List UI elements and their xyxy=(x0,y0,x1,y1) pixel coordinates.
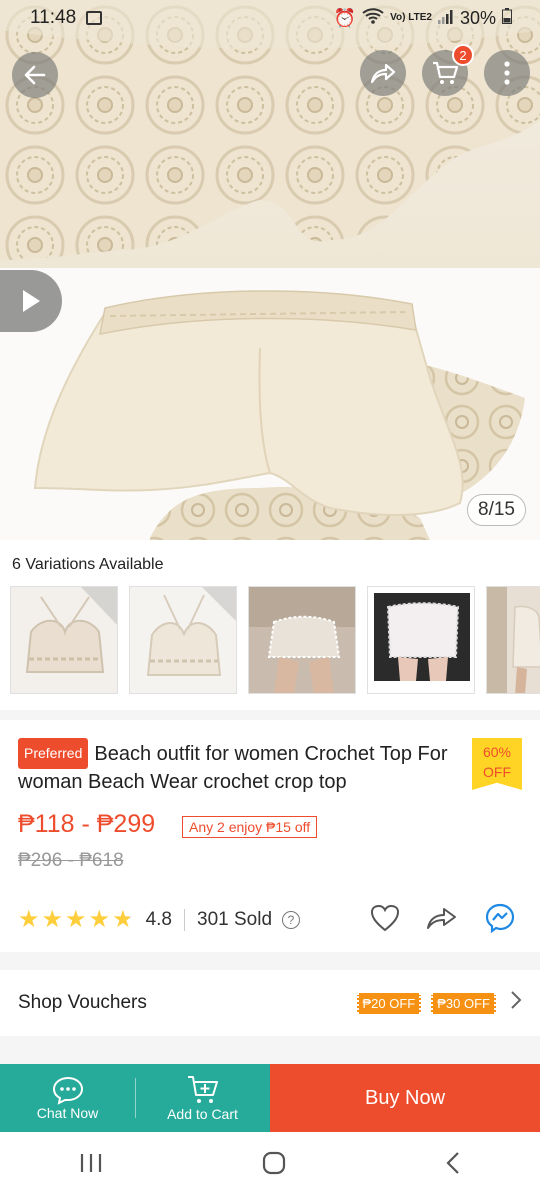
rating-star: ★ xyxy=(88,906,111,933)
cart-count-badge: 2 xyxy=(452,44,474,66)
share-button[interactable] xyxy=(360,50,406,96)
share-arrow-icon xyxy=(370,63,396,84)
play-icon xyxy=(23,290,40,312)
chat-icon xyxy=(52,1076,83,1105)
messenger-share-button[interactable] xyxy=(484,902,516,939)
bottom-action-bar: Chat Now Add to Cart Buy Now xyxy=(0,1064,540,1132)
discount-tag: 60% OFF xyxy=(472,738,522,790)
chevron-left-icon xyxy=(446,1151,459,1174)
home-icon xyxy=(262,1151,286,1174)
bottom-secondary-actions: Chat Now Add to Cart xyxy=(0,1064,270,1132)
product-image-gallery[interactable]: 2 8/15 xyxy=(0,0,540,540)
voucher-tag-1: ₱20 OFF xyxy=(356,992,422,1014)
variation-thumb-3[interactable] xyxy=(248,586,356,694)
status-time: 11:48 xyxy=(30,7,77,28)
rating-star: ★ xyxy=(41,906,64,933)
add-cart-icon xyxy=(187,1076,218,1103)
rating-stars: ★ ★ ★ ★ ★ xyxy=(18,908,134,932)
product-title-block: Preferred Beach outfit for women Crochet … xyxy=(18,738,470,796)
sold-count: 301 Sold xyxy=(197,909,273,930)
more-options-button[interactable] xyxy=(484,50,530,96)
battery-icon xyxy=(502,7,512,29)
image-counter: 8/15 xyxy=(467,494,526,526)
variations-title: 6 Variations Available xyxy=(12,556,164,573)
home-button[interactable] xyxy=(262,1151,286,1182)
help-icon[interactable]: ? xyxy=(282,911,301,929)
variation-thumb-4[interactable] xyxy=(367,586,475,694)
preferred-badge: Preferred xyxy=(18,738,89,769)
rating-star: ★ xyxy=(65,906,87,933)
share-icon xyxy=(427,907,456,929)
variation-thumbnails xyxy=(10,586,540,694)
discount-percent: 60% xyxy=(482,744,512,760)
variation-thumb-5[interactable] xyxy=(486,586,540,694)
bundle-promo[interactable]: Any 2 enjoy ₱15 off xyxy=(182,816,318,838)
shop-vouchers-row[interactable]: Shop Vouchers ₱20 OFF ₱30 OFF xyxy=(0,970,540,1036)
wifi-icon xyxy=(362,7,384,29)
variation-thumb-2[interactable] xyxy=(129,586,237,694)
variations-section: 6 Variations Available xyxy=(0,540,540,710)
battery-level: 30% xyxy=(459,7,496,28)
chevron-right-icon xyxy=(510,990,522,1016)
like-button[interactable] xyxy=(370,904,400,937)
arrow-left-icon xyxy=(24,65,46,85)
more-vertical-icon xyxy=(504,61,510,85)
signal-icon xyxy=(437,8,454,29)
rating-divider xyxy=(184,909,185,931)
back-nav-button[interactable] xyxy=(445,1151,461,1182)
voucher-tag-2: ₱30 OFF xyxy=(431,992,496,1014)
play-video-button[interactable] xyxy=(0,270,62,332)
messenger-icon xyxy=(485,903,515,933)
chat-now-button[interactable]: Chat Now xyxy=(0,1064,135,1132)
variation-thumb-1[interactable] xyxy=(10,586,118,694)
shop-vouchers-label: Shop Vouchers xyxy=(18,992,147,1013)
heart-icon xyxy=(370,904,400,931)
rating-star: ★ xyxy=(112,906,134,933)
add-to-cart-button[interactable]: Add to Cart xyxy=(135,1064,270,1132)
rating-value: 4.8 xyxy=(145,909,172,930)
product-actions xyxy=(370,902,516,938)
product-image-crochet-shorts xyxy=(0,0,540,268)
cart-button[interactable]: 2 xyxy=(422,44,474,96)
status-bar: 11:48 ⏰ Vo) LTE2 30% xyxy=(0,0,540,36)
price-range: ₱118 - ₱299 xyxy=(18,810,156,838)
rating-star: ★ xyxy=(18,906,40,933)
product-info: Preferred Beach outfit for women Crochet … xyxy=(0,720,540,952)
system-navigation-bar xyxy=(0,1132,540,1200)
product-image-lined-shorts xyxy=(0,268,540,540)
rating-row: ★ ★ ★ ★ ★ 4.8 301 Sold ? xyxy=(18,902,528,938)
buy-now-button[interactable]: Buy Now xyxy=(270,1064,540,1132)
shopping-cart-icon xyxy=(433,61,459,84)
chat-now-label: Chat Now xyxy=(36,1105,99,1121)
original-price: ₱296 - ₱618 xyxy=(18,850,124,871)
recent-apps-icon xyxy=(81,1153,102,1172)
back-button[interactable] xyxy=(12,52,58,98)
alarm-icon: ⏰ xyxy=(333,7,357,28)
share-product-button[interactable] xyxy=(426,905,458,936)
gallery-notification-icon xyxy=(86,11,103,25)
product-page: { "status_bar": { "time": "11:48", "netw… xyxy=(0,0,540,1200)
discount-off-word: OFF xyxy=(483,764,511,780)
network-label: Vo) LTE2 xyxy=(390,12,432,23)
recent-apps-button[interactable] xyxy=(79,1152,103,1181)
add-to-cart-label: Add to Cart xyxy=(167,1106,238,1122)
